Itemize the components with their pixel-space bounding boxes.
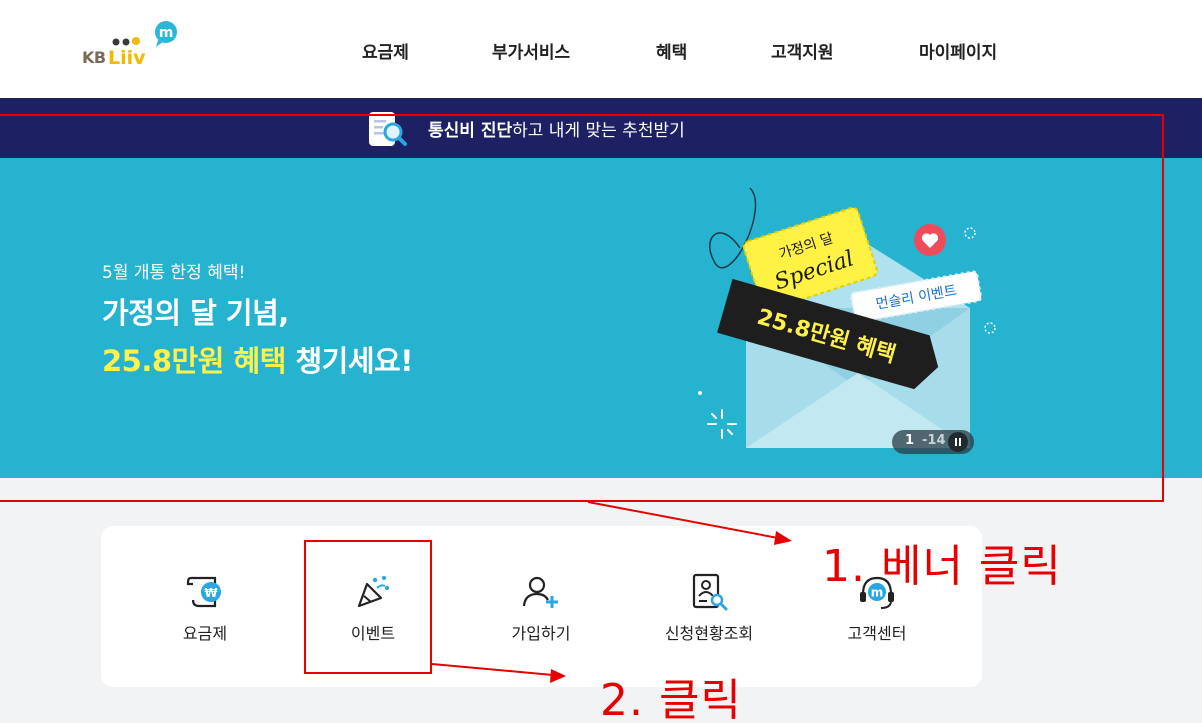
annotation-step1: 1. 베너 클릭 xyxy=(822,541,1062,592)
annotation-step2: 2. 클릭 xyxy=(600,675,742,723)
annotation-arrows xyxy=(431,501,792,683)
page: Liiv m KB 요금제 부가서비스 혜택 고객지원 마이페이지 통신비 진단 xyxy=(0,0,1202,723)
